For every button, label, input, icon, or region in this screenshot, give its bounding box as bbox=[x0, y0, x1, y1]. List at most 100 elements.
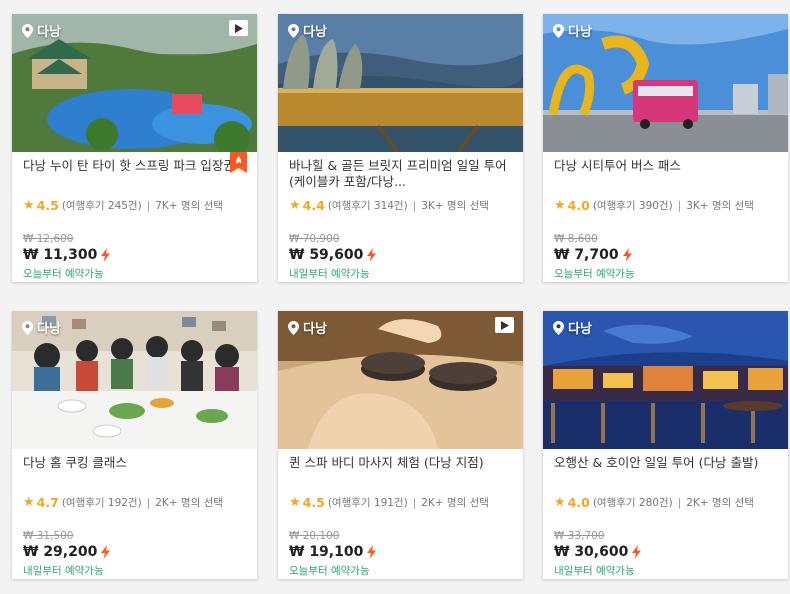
rating-value: 4.4 bbox=[302, 198, 325, 213]
original-price: ₩ 70,900 bbox=[289, 233, 340, 245]
price-row: ₩ 59,600 bbox=[289, 247, 512, 263]
separator: | bbox=[677, 496, 682, 509]
product-title[interactable]: 퀸 스파 바디 마사지 체험 (다낭 지점) bbox=[289, 455, 512, 489]
map-pin-icon bbox=[288, 23, 299, 38]
lightning-icon bbox=[101, 248, 111, 262]
separator: | bbox=[412, 496, 417, 509]
location-label: 다낭 bbox=[288, 21, 327, 40]
review-count: (여행후기 245건) bbox=[61, 200, 142, 212]
product-image[interactable]: 다낭 bbox=[278, 311, 523, 449]
rating-value: 4.0 bbox=[567, 495, 590, 510]
product-card[interactable]: 다낭 오행산 & 호이안 일일 투어 (다낭 출발) ★ 4.0 (여행후기 2… bbox=[543, 311, 788, 579]
availability-text: 내일부터 예약가능 bbox=[554, 565, 635, 577]
availability-text: 오늘부터 예약가능 bbox=[554, 268, 635, 280]
sale-price: ₩ 30,600 bbox=[554, 544, 629, 560]
location-label: 다낭 bbox=[22, 21, 61, 40]
star-icon: ★ bbox=[554, 495, 566, 510]
sale-price: ₩ 29,200 bbox=[23, 544, 98, 560]
location-label: 다낭 bbox=[22, 318, 61, 337]
product-image[interactable]: 다낭 bbox=[543, 14, 788, 152]
product-card[interactable]: 다낭 다낭 누이 탄 타이 핫 스프링 파크 입장권 ★ 4.5 (여행후기 2… bbox=[12, 14, 257, 282]
star-icon: ★ bbox=[554, 198, 566, 213]
price-row: ₩ 7,700 bbox=[554, 247, 777, 263]
product-card[interactable]: 다낭 다낭 시티투어 버스 패스 ★ 4.0 (여행후기 390건) | 3K+… bbox=[543, 14, 788, 282]
review-count: (여행후기 192건) bbox=[61, 497, 142, 509]
product-card[interactable]: 다낭 퀸 스파 바디 마사지 체험 (다낭 지점) ★ 4.5 (여행후기 19… bbox=[278, 311, 523, 579]
separator: | bbox=[146, 199, 151, 212]
rating-value: 4.5 bbox=[302, 495, 325, 510]
original-price: ₩ 31,500 bbox=[23, 530, 74, 542]
rating-row: ★ 4.4 (여행후기 314건) | 3K+ 명의 선택 bbox=[289, 198, 512, 213]
lightning-icon bbox=[632, 545, 642, 559]
price-row: ₩ 30,600 bbox=[554, 544, 777, 560]
sale-price: ₩ 59,600 bbox=[289, 247, 364, 263]
lightning-icon bbox=[101, 545, 111, 559]
product-image[interactable]: 다낭 bbox=[12, 14, 257, 152]
price-row: ₩ 11,300 bbox=[23, 247, 246, 263]
review-count: (여행후기 390건) bbox=[592, 200, 673, 212]
original-price: ₩ 8,600 bbox=[554, 233, 598, 245]
map-pin-icon bbox=[22, 320, 33, 335]
original-price: ₩ 33,700 bbox=[554, 530, 605, 542]
original-price: ₩ 12,600 bbox=[23, 233, 74, 245]
lightning-icon bbox=[367, 248, 377, 262]
review-count: (여행후기 280건) bbox=[592, 497, 673, 509]
availability-text: 내일부터 예약가능 bbox=[23, 565, 104, 577]
product-title[interactable]: 오행산 & 호이안 일일 투어 (다낭 출발) bbox=[554, 455, 777, 489]
review-count: (여행후기 191건) bbox=[327, 497, 408, 509]
lightning-icon bbox=[367, 545, 377, 559]
rating-row: ★ 4.7 (여행후기 192건) | 2K+ 명의 선택 bbox=[23, 495, 246, 510]
lightning-icon bbox=[622, 248, 632, 262]
map-pin-icon bbox=[288, 320, 299, 335]
rating-row: ★ 4.5 (여행후기 191건) | 2K+ 명의 선택 bbox=[289, 495, 512, 510]
chosen-count: 2K+ 명의 선택 bbox=[421, 497, 489, 509]
product-image[interactable]: 다낭 bbox=[543, 311, 788, 449]
product-title[interactable]: 다낭 시티투어 버스 패스 bbox=[554, 158, 777, 192]
rating-value: 4.0 bbox=[567, 198, 590, 213]
product-card[interactable]: 다낭 바나힐 & 골든 브릿지 프리미엄 일일 투어 (케이블카 포함/다낭..… bbox=[278, 14, 523, 282]
price-row: ₩ 29,200 bbox=[23, 544, 246, 560]
rating-value: 4.5 bbox=[36, 198, 59, 213]
map-pin-icon bbox=[553, 320, 564, 335]
location-label: 다낭 bbox=[288, 318, 327, 337]
availability-text: 오늘부터 예약가능 bbox=[289, 565, 370, 577]
rating-value: 4.7 bbox=[36, 495, 59, 510]
star-icon: ★ bbox=[289, 495, 301, 510]
product-title[interactable]: 바나힐 & 골든 브릿지 프리미엄 일일 투어 (케이블카 포함/다낭... bbox=[289, 158, 512, 192]
separator: | bbox=[146, 496, 151, 509]
product-image[interactable]: 다낭 bbox=[278, 14, 523, 152]
sale-price: ₩ 19,100 bbox=[289, 544, 364, 560]
price-row: ₩ 19,100 bbox=[289, 544, 512, 560]
chosen-count: 3K+ 명의 선택 bbox=[686, 200, 754, 212]
video-icon[interactable] bbox=[229, 20, 248, 36]
chosen-count: 2K+ 명의 선택 bbox=[686, 497, 754, 509]
star-icon: ★ bbox=[23, 198, 35, 213]
separator: | bbox=[677, 199, 682, 212]
product-card[interactable]: 다낭 다낭 홈 쿠킹 클래스 ★ 4.7 (여행후기 192건) | 2K+ 명… bbox=[12, 311, 257, 579]
chosen-count: 7K+ 명의 선택 bbox=[155, 200, 223, 212]
sale-price: ₩ 7,700 bbox=[554, 247, 619, 263]
rating-row: ★ 4.5 (여행후기 245건) | 7K+ 명의 선택 bbox=[23, 198, 246, 213]
sale-price: ₩ 11,300 bbox=[23, 247, 98, 263]
chosen-count: 3K+ 명의 선택 bbox=[421, 200, 489, 212]
map-pin-icon bbox=[553, 23, 564, 38]
product-grid: 다낭 다낭 누이 탄 타이 핫 스프링 파크 입장권 ★ 4.5 (여행후기 2… bbox=[0, 0, 790, 594]
separator: | bbox=[412, 199, 417, 212]
availability-text: 내일부터 예약가능 bbox=[289, 268, 370, 280]
chosen-count: 2K+ 명의 선택 bbox=[155, 497, 223, 509]
product-image[interactable]: 다낭 bbox=[12, 311, 257, 449]
product-title[interactable]: 다낭 누이 탄 타이 핫 스프링 파크 입장권 bbox=[23, 158, 246, 192]
rating-row: ★ 4.0 (여행후기 390건) | 3K+ 명의 선택 bbox=[554, 198, 777, 213]
hot-deal-icon bbox=[230, 152, 247, 173]
location-label: 다낭 bbox=[553, 21, 592, 40]
product-title[interactable]: 다낭 홈 쿠킹 클래스 bbox=[23, 455, 246, 489]
location-label: 다낭 bbox=[553, 318, 592, 337]
availability-text: 오늘부터 예약가능 bbox=[23, 268, 104, 280]
star-icon: ★ bbox=[289, 198, 301, 213]
video-icon[interactable] bbox=[495, 317, 514, 333]
rating-row: ★ 4.0 (여행후기 280건) | 2K+ 명의 선택 bbox=[554, 495, 777, 510]
star-icon: ★ bbox=[23, 495, 35, 510]
original-price: ₩ 20,100 bbox=[289, 530, 340, 542]
map-pin-icon bbox=[22, 23, 33, 38]
review-count: (여행후기 314건) bbox=[327, 200, 408, 212]
